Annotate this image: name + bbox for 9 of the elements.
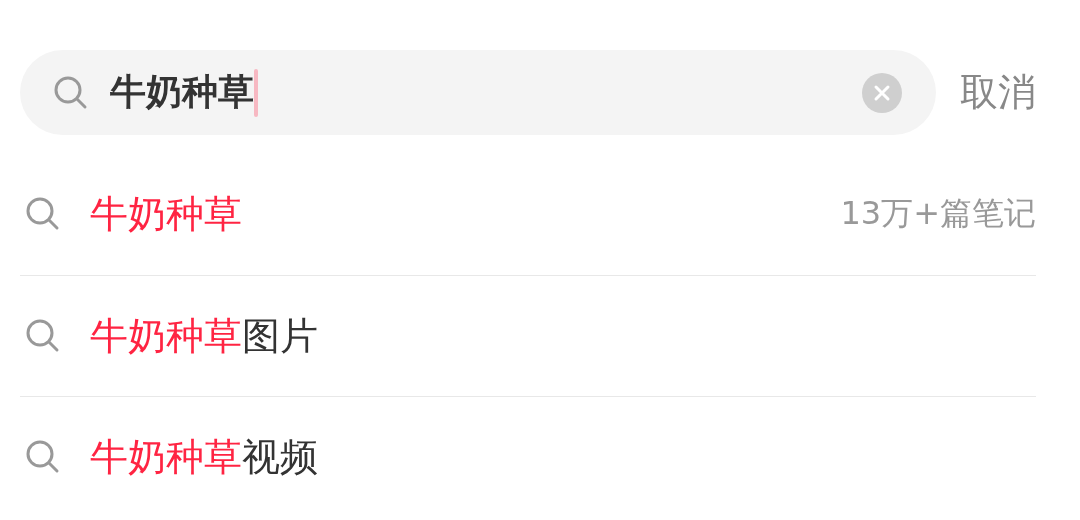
clear-icon[interactable] [862, 72, 902, 113]
search-query: 牛奶种草 [110, 70, 254, 114]
suggestion-item[interactable]: 牛奶种草 [90, 188, 813, 240]
cancel-button[interactable]: 取消 [960, 67, 1036, 118]
suggestion-item[interactable]: 牛奶种草图片 [90, 310, 1036, 362]
search-field[interactable]: 牛奶种草 [20, 50, 936, 135]
suggestion-item[interactable]: 牛奶种草视频 [90, 431, 1036, 483]
note-count: 13万+篇笔记 [840, 193, 1036, 234]
text-cursor [254, 68, 258, 117]
